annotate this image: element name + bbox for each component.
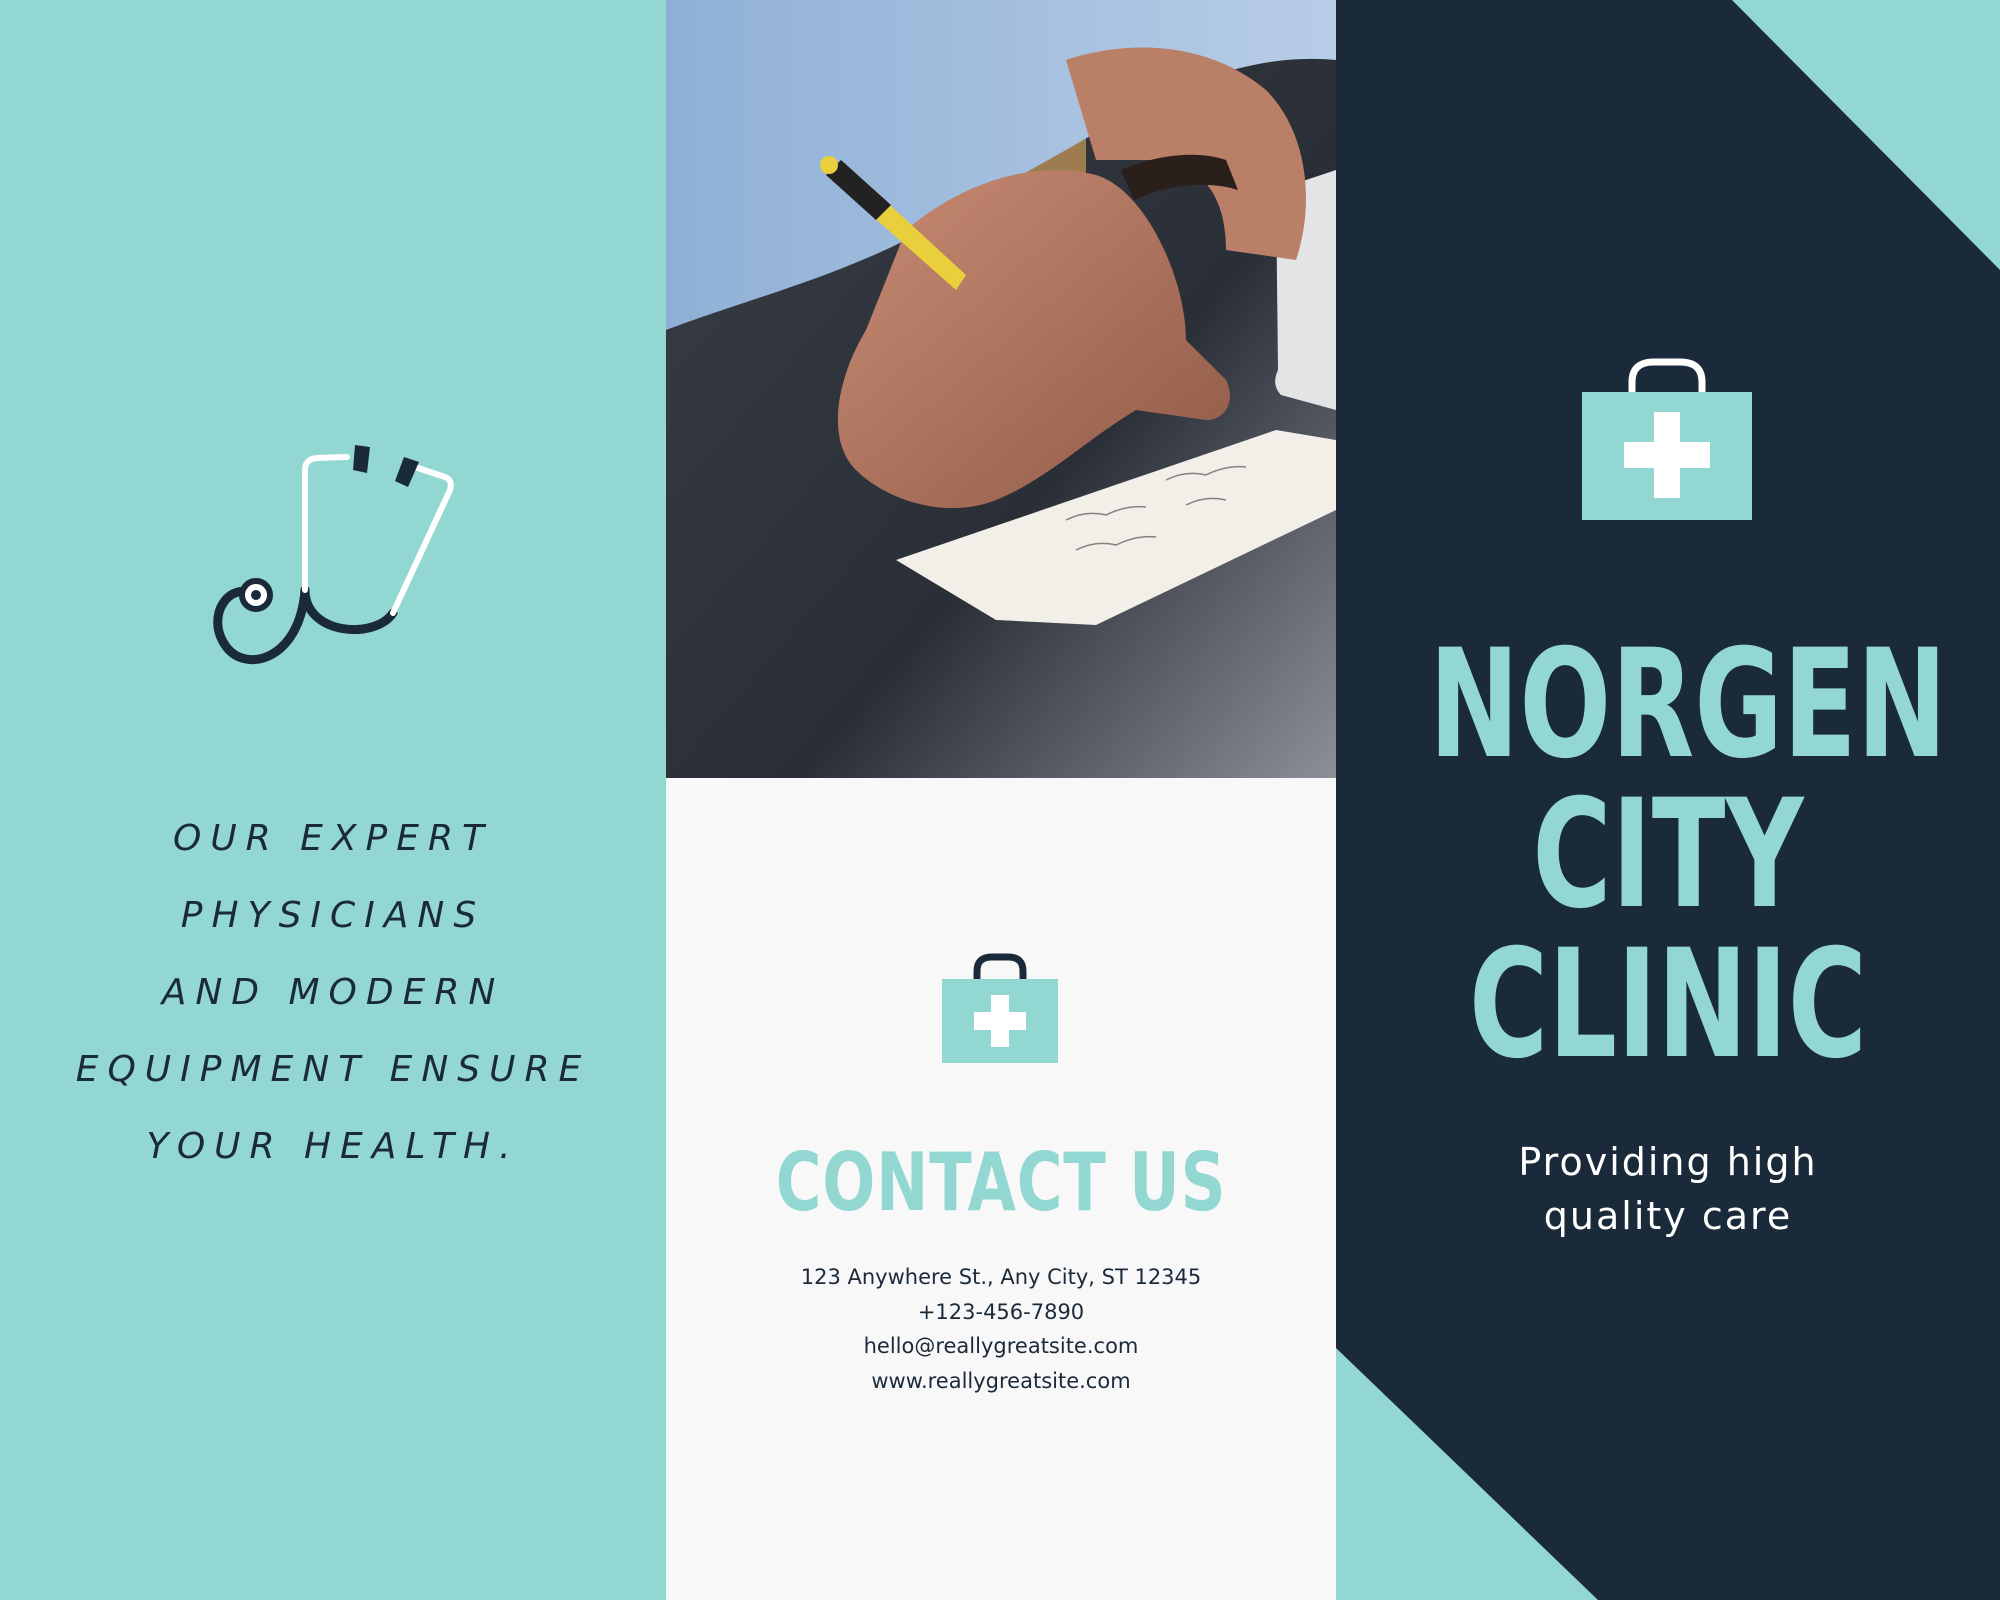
contact-details: 123 Anywhere St., Any City, ST 12345 +12… — [666, 1260, 1336, 1398]
clinic-name-line: CITY — [1532, 768, 1804, 942]
subtitle-line: Providing high — [1518, 1140, 1818, 1184]
tagline-line: EQUIPMENT ENSURE — [75, 1049, 591, 1090]
medical-kit-icon — [1582, 358, 1752, 520]
tagline-line: OUR EXPERT — [172, 818, 493, 859]
clinic-subtitle: Providing high quality care — [1336, 1135, 2000, 1243]
clinic-name: NORGEN CITY CLINIC — [1336, 630, 2000, 1080]
right-panel: NORGEN CITY CLINIC Providing high qualit… — [1336, 0, 2000, 1600]
tagline-line: AND MODERN — [161, 972, 505, 1013]
tagline-line: PHYSICIANS — [180, 895, 486, 936]
contact-email: hello@reallygreatsite.com — [863, 1334, 1139, 1358]
subtitle-line: quality care — [1543, 1194, 1793, 1238]
contact-title: CONTACT US — [775, 1136, 1227, 1229]
contact-phone: +123-456-7890 — [917, 1299, 1085, 1324]
contact-address: 123 Anywhere St., Any City, ST 12345 — [800, 1265, 1202, 1289]
contact-website: www.reallygreatsite.com — [871, 1368, 1131, 1393]
clinic-name-line: CLINIC — [1468, 918, 1868, 1092]
stethoscope-icon — [213, 445, 454, 665]
middle-panel: CONTACT US 123 Anywhere St., Any City, S… — [666, 0, 1336, 1600]
left-panel: OUR EXPERT PHYSICIANS AND MODERN EQUIPME… — [0, 0, 666, 1600]
tagline: OUR EXPERT PHYSICIANS AND MODERN EQUIPME… — [0, 800, 666, 1185]
writing-photo — [666, 0, 1336, 778]
tagline-line: YOUR HEALTH. — [146, 1126, 520, 1167]
medical-kit-icon — [942, 953, 1058, 1063]
clinic-name-line: NORGEN — [1428, 618, 1948, 792]
